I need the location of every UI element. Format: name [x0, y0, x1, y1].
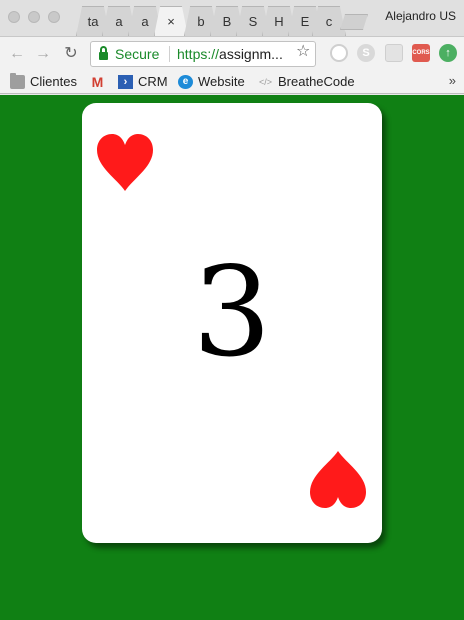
- gmail-icon: M: [91, 74, 104, 90]
- close-window-button[interactable]: [8, 11, 20, 23]
- tab-label: H: [274, 14, 284, 29]
- bookmarks-bar: Clientes M › CRM e Website </> BreatheCo…: [0, 70, 464, 94]
- browser-tab-active[interactable]: ×: [154, 6, 188, 36]
- folder-icon: [10, 73, 25, 89]
- bookmark-label: CRM: [138, 74, 168, 89]
- upload-icon[interactable]: ↑: [439, 44, 457, 62]
- url-scheme: https://: [177, 46, 220, 62]
- profile-name[interactable]: Alejandro US: [385, 9, 456, 23]
- extension-icon[interactable]: [330, 44, 348, 62]
- cors-icon[interactable]: CORS: [412, 44, 430, 62]
- new-tab-button[interactable]: [340, 14, 368, 30]
- url-rest: assignm...: [219, 46, 283, 62]
- tab-label: ta: [87, 14, 99, 29]
- tab-close-icon[interactable]: ×: [167, 7, 175, 36]
- secure-label: Secure: [115, 46, 160, 62]
- divider: [169, 46, 170, 62]
- tab-label: b: [197, 14, 205, 29]
- heart-suit-icon: [97, 134, 153, 191]
- bookmarks-overflow-button[interactable]: »: [449, 73, 456, 88]
- url-text: https://assignm...: [177, 42, 283, 66]
- tab-label: S: [248, 14, 258, 29]
- maximize-window-button[interactable]: [48, 11, 60, 23]
- reload-icon[interactable]: ↻: [62, 45, 80, 63]
- tab-label: c: [325, 14, 333, 29]
- code-icon: </>: [258, 77, 272, 87]
- tab-label: B: [222, 14, 232, 29]
- forward-arrow-icon[interactable]: →: [34, 45, 52, 63]
- bookmark-star-icon[interactable]: ☆: [296, 41, 310, 61]
- bookmark-label: Website: [198, 74, 245, 89]
- back-arrow-icon[interactable]: ←: [8, 45, 26, 63]
- tab-label: a: [141, 14, 149, 29]
- crm-icon: ›: [118, 75, 133, 89]
- playing-card: 3: [82, 103, 382, 543]
- minimize-window-button[interactable]: [28, 11, 40, 23]
- browser-tab[interactable]: c: [312, 6, 346, 36]
- tab-strip: ta a a × b B S H E c Alejandro US: [0, 0, 464, 36]
- lock-icon: [99, 46, 108, 60]
- skype-icon[interactable]: S: [357, 44, 375, 62]
- bookmark-label: Clientes: [30, 74, 77, 89]
- tab-label: E: [300, 14, 310, 29]
- page-background: 3: [0, 95, 464, 620]
- heart-suit-icon: [310, 451, 366, 508]
- bookmark-label: BreatheCode: [278, 74, 355, 89]
- website-icon: e: [178, 75, 193, 89]
- tab-label: a: [115, 14, 123, 29]
- extension-icon[interactable]: [385, 44, 403, 62]
- address-bar[interactable]: Secure https://assignm...: [90, 41, 316, 67]
- card-rank: 3: [192, 241, 272, 385]
